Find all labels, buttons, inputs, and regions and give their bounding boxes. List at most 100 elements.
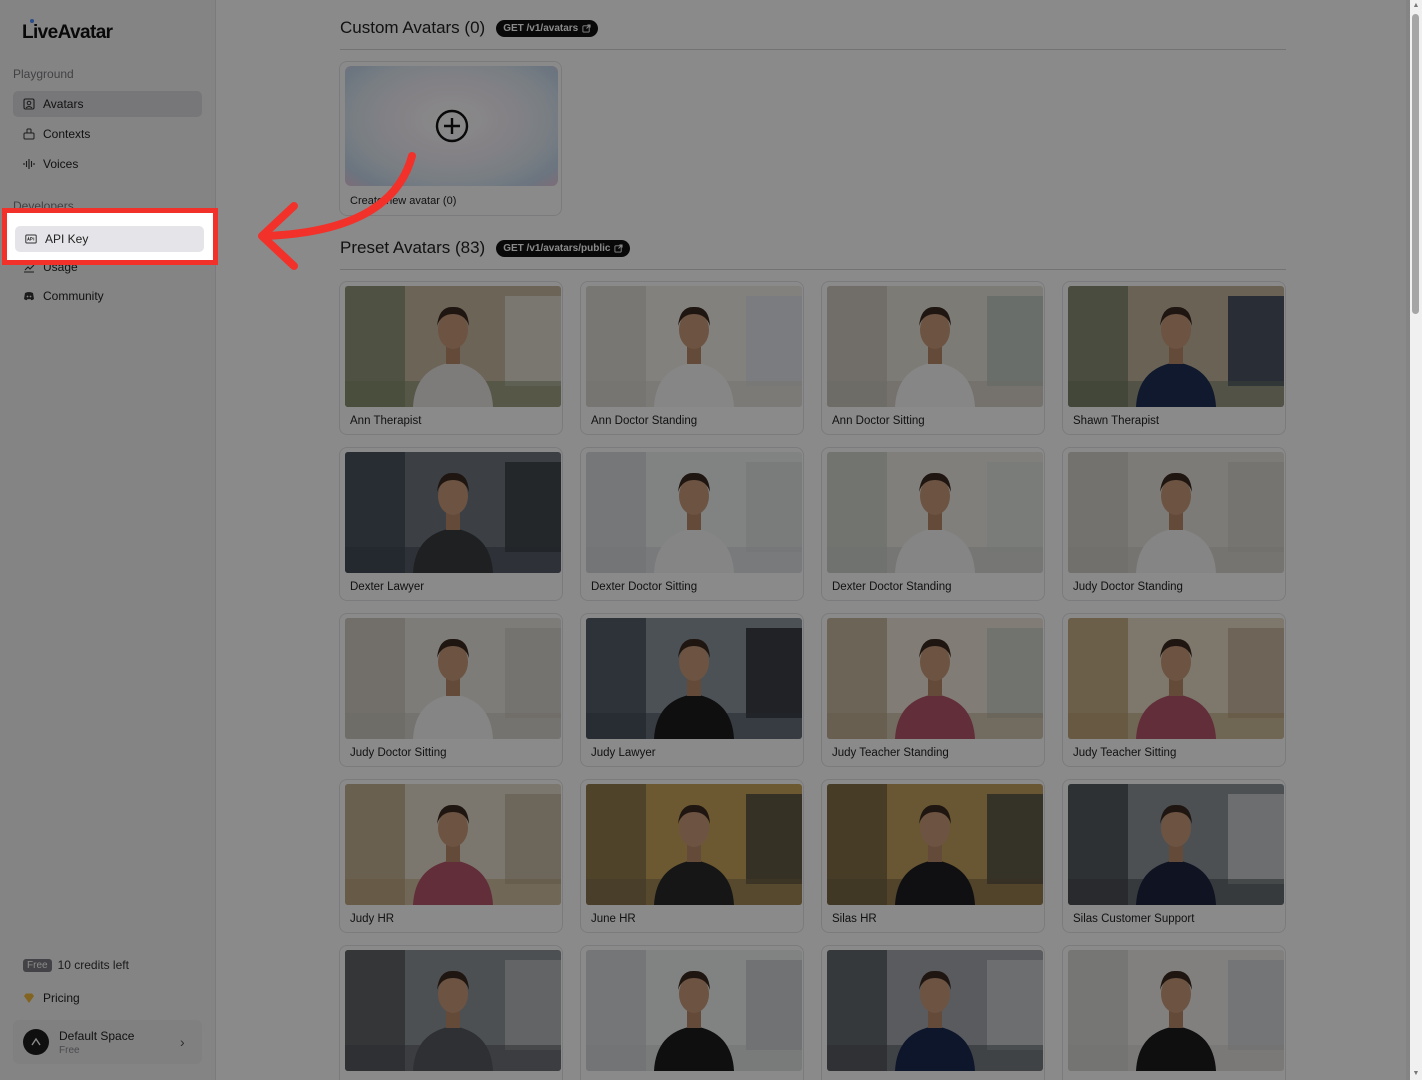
- section-label-playground: Playground: [13, 67, 74, 81]
- avatar-thumbnail: [345, 950, 561, 1071]
- avatar-card[interactable]: Ann Doctor Sitting: [821, 281, 1045, 435]
- avatar-card[interactable]: Judy Teacher Sitting: [1062, 613, 1286, 767]
- custom-avatars-header: Custom Avatars (0) GET /v1/avatars: [340, 18, 599, 38]
- avatar-thumbnail: [827, 286, 1043, 407]
- avatar-thumbnail: [586, 950, 802, 1071]
- sidebar-item-label: Contexts: [43, 127, 91, 141]
- preset-avatars-endpoint-link[interactable]: GET /v1/avatars/public: [496, 239, 631, 257]
- scroll-up-icon[interactable]: ▲: [1412, 2, 1420, 10]
- sidebar-item-label: API Key: [45, 232, 89, 246]
- avatar-name: June HR: [591, 913, 636, 925]
- avatar-name: Dexter Doctor Standing: [832, 581, 952, 593]
- discord-icon: [23, 290, 35, 302]
- custom-avatars-title: Custom Avatars (0): [340, 18, 486, 37]
- space-avatar: [23, 1029, 49, 1055]
- avatar-thumbnail: [345, 452, 561, 573]
- avatar-card[interactable]: Dexter Doctor Sitting: [580, 447, 804, 601]
- avatar-card[interactable]: Dexter Lawyer: [339, 447, 563, 601]
- avatar-card[interactable]: Silas Customer Support: [1062, 779, 1286, 933]
- pricing-link[interactable]: Pricing: [23, 991, 80, 1005]
- avatar-card[interactable]: Dexter Doctor Standing: [821, 447, 1045, 601]
- avatar-card[interactable]: Judy HR: [339, 779, 563, 933]
- sidebar-item-label: Avatars: [43, 97, 84, 111]
- avatar-name: Judy Teacher Sitting: [1073, 747, 1177, 759]
- sidebar-item-community[interactable]: Community: [13, 283, 202, 309]
- avatar-card[interactable]: [339, 945, 563, 1080]
- space-plan: Free: [59, 1044, 80, 1056]
- plan-badge: Free: [23, 958, 52, 972]
- logo-dot: [30, 19, 34, 23]
- avatar-name: Dexter Lawyer: [350, 581, 425, 593]
- avatar-card[interactable]: [821, 945, 1045, 1080]
- avatar-name: Judy Lawyer: [591, 747, 656, 759]
- app-logo[interactable]: LiveAvatar: [22, 19, 113, 44]
- avatar-name: Silas Customer Support: [1073, 913, 1195, 925]
- chevron-right-icon: ›: [180, 1034, 185, 1050]
- sidebar-item-label: Voices: [43, 157, 79, 171]
- avatar-thumbnail: [827, 950, 1043, 1071]
- avatar-card[interactable]: Judy Doctor Standing: [1062, 447, 1286, 601]
- sidebar: LiveAvatar Playground Avatars Contexts V…: [0, 0, 216, 1080]
- external-link-icon: [582, 23, 591, 33]
- scrollbar[interactable]: ▲ ▼: [1410, 0, 1422, 1080]
- avatar-name: Ann Doctor Standing: [591, 415, 698, 427]
- sidebar-item-label: Community: [43, 289, 104, 303]
- avatar-name: Judy Doctor Standing: [1073, 581, 1183, 593]
- credits-text: 10 credits left: [57, 958, 129, 972]
- avatar-thumbnail: [1068, 452, 1284, 573]
- avatar-icon: [23, 98, 35, 110]
- credits-indicator: Free 10 credits left: [23, 958, 129, 972]
- space-name: Default Space: [59, 1028, 135, 1043]
- avatar-thumbnail: [586, 452, 802, 573]
- avatar-thumbnail: [586, 618, 802, 739]
- avatar-thumbnail: [1068, 950, 1284, 1071]
- api-key-highlight: API Key: [2, 208, 218, 265]
- avatar-name: Ann Doctor Sitting: [832, 415, 925, 427]
- avatar-name: Judy Teacher Standing: [832, 747, 949, 759]
- sidebar-item-api-key[interactable]: API Key: [15, 226, 204, 252]
- avatar-card[interactable]: Judy Lawyer: [580, 613, 804, 767]
- endpoint-text: GET /v1/avatars: [503, 22, 579, 34]
- endpoint-text: GET /v1/avatars/public: [503, 242, 611, 254]
- custom-avatars-endpoint-link[interactable]: GET /v1/avatars: [496, 19, 599, 37]
- avatar-thumbnail: [827, 784, 1043, 905]
- divider: [340, 49, 1286, 50]
- sidebar-item-avatars[interactable]: Avatars: [13, 91, 202, 117]
- avatar-thumbnail: [345, 618, 561, 739]
- avatar-name: Judy HR: [350, 913, 395, 925]
- avatar-thumbnail: [1068, 618, 1284, 739]
- pricing-label: Pricing: [43, 991, 80, 1005]
- contexts-icon: [23, 128, 35, 140]
- scroll-down-icon[interactable]: ▼: [1412, 1070, 1420, 1078]
- key-icon: [25, 233, 37, 245]
- avatar-card[interactable]: June HR: [580, 779, 804, 933]
- avatar-card[interactable]: Shawn Therapist: [1062, 281, 1286, 435]
- avatar-thumbnail: [586, 286, 802, 407]
- sidebar-item-voices[interactable]: Voices: [13, 151, 202, 177]
- avatar-name: Silas HR: [832, 913, 877, 925]
- avatar-thumbnail: [345, 286, 561, 407]
- avatar-card[interactable]: Silas HR: [821, 779, 1045, 933]
- avatar-card[interactable]: Judy Doctor Sitting: [339, 613, 563, 767]
- avatar-card[interactable]: [1062, 945, 1286, 1080]
- space-switcher[interactable]: Default Space Free ›: [13, 1020, 202, 1064]
- avatar-thumbnail: [586, 784, 802, 905]
- avatar-card[interactable]: Ann Doctor Standing: [580, 281, 804, 435]
- external-link-icon: [614, 243, 624, 253]
- waveform-icon: [23, 158, 35, 170]
- plus-circle-icon: [435, 109, 468, 143]
- avatar-name: Judy Doctor Sitting: [350, 747, 447, 759]
- sidebar-item-contexts[interactable]: Contexts: [13, 121, 202, 147]
- avatar-name: Ann Therapist: [350, 415, 422, 427]
- avatar-name: Shawn Therapist: [1073, 415, 1160, 427]
- avatar-card[interactable]: [580, 945, 804, 1080]
- avatar-card[interactable]: Judy Teacher Standing: [821, 613, 1045, 767]
- avatar-thumbnail: [345, 784, 561, 905]
- scroll-thumb[interactable]: [1412, 14, 1419, 314]
- logo-text: LiveAvatar: [22, 22, 113, 43]
- diamond-icon: [23, 992, 35, 1004]
- avatar-thumbnail: [1068, 784, 1284, 905]
- avatar-card[interactable]: Ann Therapist: [339, 281, 563, 435]
- avatar-name: Dexter Doctor Sitting: [591, 581, 698, 593]
- divider: [340, 269, 1286, 270]
